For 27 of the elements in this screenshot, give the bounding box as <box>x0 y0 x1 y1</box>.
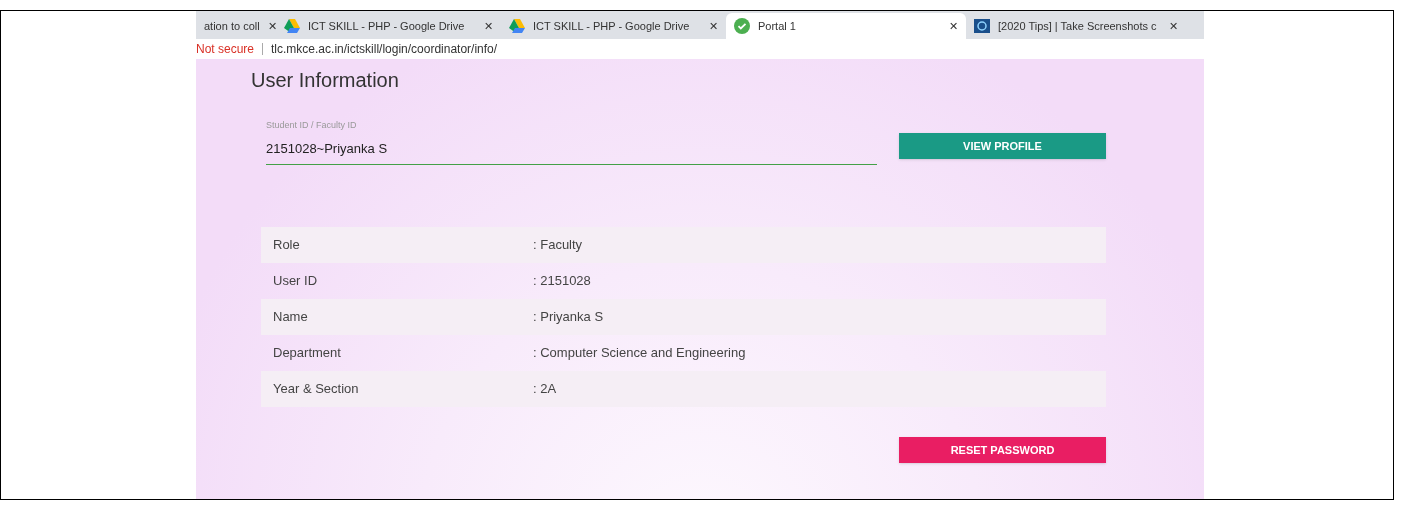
url-text[interactable]: tlc.mkce.ac.in/ictskill/login/coordinator/info/ <box>271 40 498 58</box>
info-value: : 2A <box>533 380 557 399</box>
info-label: Year & Section <box>273 380 360 399</box>
info-label: Name <box>273 308 309 327</box>
close-icon[interactable]: ✕ <box>1169 17 1178 35</box>
reset-password-button[interactable]: RESET PASSWORD <box>899 437 1106 463</box>
info-value: : Computer Science and Engineering <box>533 344 746 363</box>
info-label: User ID <box>273 272 319 291</box>
info-value: : Faculty <box>533 236 583 255</box>
field-label: Student ID / Faculty ID <box>266 119 357 132</box>
close-icon[interactable]: ✕ <box>709 17 718 35</box>
page-title: User Information <box>251 68 400 93</box>
id-input-field[interactable]: 2151028~Priyanka S <box>266 138 877 165</box>
info-value: : Priyanka S <box>533 308 604 327</box>
drive-icon <box>509 19 525 33</box>
drive-icon <box>284 19 300 33</box>
info-value: : 2151028 <box>533 272 591 291</box>
info-label: Department <box>273 344 342 363</box>
site-favicon-icon <box>974 19 990 33</box>
security-warning: Not secure <box>196 43 264 55</box>
browser-tab[interactable]: Portal 1 ✕ <box>726 13 966 39</box>
view-profile-button[interactable]: VIEW PROFILE <box>899 133 1106 159</box>
close-icon[interactable]: ✕ <box>484 17 493 35</box>
close-icon[interactable]: ✕ <box>267 17 277 35</box>
check-circle-icon <box>734 18 750 34</box>
info-label: Role <box>273 236 301 255</box>
close-icon[interactable]: ✕ <box>949 17 958 35</box>
